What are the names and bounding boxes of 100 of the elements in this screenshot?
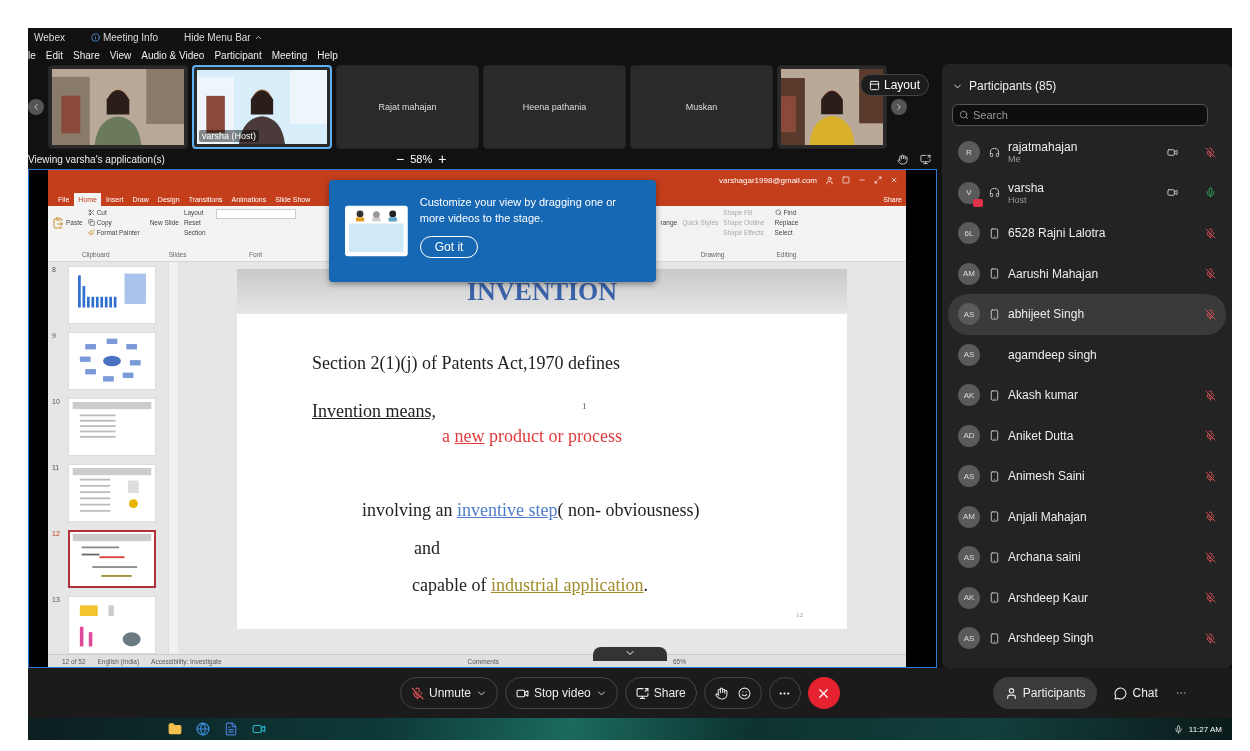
menu-item[interactable]: le (28, 49, 36, 61)
raise-hand-icon[interactable] (714, 686, 728, 700)
chat-icon (1114, 686, 1128, 700)
scroll-left-button[interactable] (28, 99, 44, 115)
muted-mic-icon[interactable] (1204, 389, 1216, 401)
document-icon[interactable] (224, 722, 238, 736)
participants-button[interactable]: Participants (992, 677, 1098, 709)
participant-name: Akash kumar (1008, 388, 1080, 403)
muted-mic-icon[interactable] (1204, 146, 1216, 158)
menu-item[interactable]: View (109, 49, 132, 61)
participant-name: varsha (1008, 180, 1046, 195)
zoom-out-button[interactable]: − (390, 151, 411, 167)
participant-role: Host (1008, 194, 1028, 205)
muted-mic-icon[interactable] (1204, 470, 1216, 482)
zoom-level: 58% (410, 153, 433, 165)
participant-name: Archana saini (1008, 550, 1082, 565)
video-tile[interactable]: Muskan (630, 65, 773, 149)
muted-mic-icon[interactable] (1204, 632, 1216, 644)
muted-mic-icon[interactable] (1204, 268, 1216, 280)
panel-title: Participants (85) (969, 79, 1057, 93)
menu-item[interactable]: Audio & Video (141, 49, 205, 61)
muted-mic-icon[interactable] (1204, 308, 1216, 320)
scroll-right-button[interactable] (891, 99, 907, 115)
participant-name: Arshdeep Kaur (1008, 590, 1090, 605)
avatar-icon[interactable] (825, 175, 834, 185)
video-tile[interactable]: Rajat mahajan (336, 65, 479, 149)
smile-icon[interactable] (737, 686, 751, 700)
menu-bar-item[interactable]: Meeting Info (90, 31, 158, 43)
slide-text: a new product or process (442, 426, 622, 446)
avatar: V (958, 181, 980, 204)
participant-row[interactable]: AS Arshdeep Singh (948, 618, 1226, 659)
participant-row[interactable]: AS Archana saini (948, 537, 1226, 578)
avatar: AK (958, 586, 980, 609)
account-email: varshagar1998@gmail.com (719, 175, 817, 185)
participant-name: Aarushi Mahajan (1008, 266, 1100, 281)
participant-row[interactable]: AS agamdeep singh (948, 334, 1226, 375)
slide-text: Section 2(1)(j) of Patents Act,1970 defines (312, 353, 620, 373)
menu-bar-item[interactable]: Webex (34, 31, 65, 43)
video-tile[interactable]: varsha (Host) (192, 65, 332, 149)
avatar: 6L (958, 222, 980, 245)
participant-row[interactable]: V varsha Host (948, 172, 1226, 213)
video-tile[interactable]: Heena pathania (483, 65, 626, 149)
avatar: AS (958, 627, 980, 650)
cursor-mark: 1 (582, 401, 587, 411)
annotate-icon[interactable] (897, 153, 908, 165)
avatar: AD (958, 424, 980, 447)
layout-button[interactable]: Layout (859, 74, 929, 96)
collapse-tab[interactable] (593, 647, 667, 661)
search-field[interactable]: Search (952, 104, 1208, 126)
menu-item[interactable]: Help (317, 49, 338, 61)
participant-row[interactable]: AS abhijeet Singh (948, 294, 1226, 335)
participant-row[interactable]: AK Akash kumar (948, 375, 1226, 416)
scrollbar[interactable] (168, 262, 178, 654)
maximize-icon[interactable] (874, 176, 882, 184)
participant-row[interactable]: AD Aniket Dutta (948, 415, 1226, 456)
tray-icon[interactable] (1173, 724, 1183, 734)
muted-mic-icon[interactable] (1204, 430, 1216, 442)
scissors-icon (87, 209, 95, 216)
leave-button[interactable] (807, 677, 840, 709)
muted-mic-icon[interactable] (1204, 227, 1216, 239)
share-button[interactable]: Share (624, 677, 697, 709)
participant-row[interactable]: AK Arshdeep Kaur (948, 577, 1226, 618)
stop-video-button[interactable]: Stop video (505, 677, 618, 709)
participant-row[interactable]: R rajatmahajan Me (948, 132, 1226, 173)
muted-mic-icon[interactable] (1204, 551, 1216, 563)
chat-button[interactable]: Chat (1104, 677, 1168, 709)
ribbon-display-icon[interactable] (842, 176, 850, 184)
menu-item[interactable]: Meeting (271, 49, 308, 61)
search-icon (774, 209, 782, 216)
participant-row[interactable]: 6L 6528 Rajni Lalotra (948, 213, 1226, 254)
folder-icon[interactable] (168, 722, 182, 736)
zoom-in-button[interactable]: + (432, 151, 453, 167)
font-field[interactable] (215, 209, 296, 219)
avatar: AS (958, 343, 980, 366)
participant-row[interactable]: AM Aarushi Mahajan (948, 253, 1226, 294)
camera-icon[interactable] (252, 722, 266, 736)
menu-bar-item[interactable]: Hide Menu Bar (184, 31, 263, 43)
avatar: AS (958, 303, 980, 326)
brush-icon (87, 229, 95, 236)
participant-name: Rajat mahajan (378, 102, 437, 112)
unmute-button[interactable]: Unmute (400, 677, 499, 709)
participant-row[interactable]: AS Animesh Saini (948, 456, 1226, 497)
avatar: AM (958, 262, 980, 285)
mic-icon[interactable] (1204, 187, 1216, 199)
menu-item[interactable]: Participant (214, 49, 262, 61)
participant-name: agamdeep singh (1008, 347, 1098, 362)
search-icon (959, 110, 969, 120)
muted-mic-icon[interactable] (1204, 511, 1216, 523)
avatar: AS (958, 465, 980, 488)
participant-row[interactable]: AM Anjali Mahajan (948, 496, 1226, 537)
person-icon (1004, 686, 1018, 700)
muted-mic-icon[interactable] (1204, 592, 1216, 604)
globe-icon[interactable] (196, 722, 210, 736)
screen-icon[interactable] (920, 153, 931, 165)
close-icon[interactable] (890, 176, 898, 184)
layout-icon (868, 79, 880, 91)
menu-item[interactable]: Edit (45, 49, 64, 61)
viewing-label: Viewing varsha's application(s) (28, 153, 166, 165)
menu-item[interactable]: Share (73, 49, 100, 61)
muted-mic-icon (411, 686, 424, 700)
